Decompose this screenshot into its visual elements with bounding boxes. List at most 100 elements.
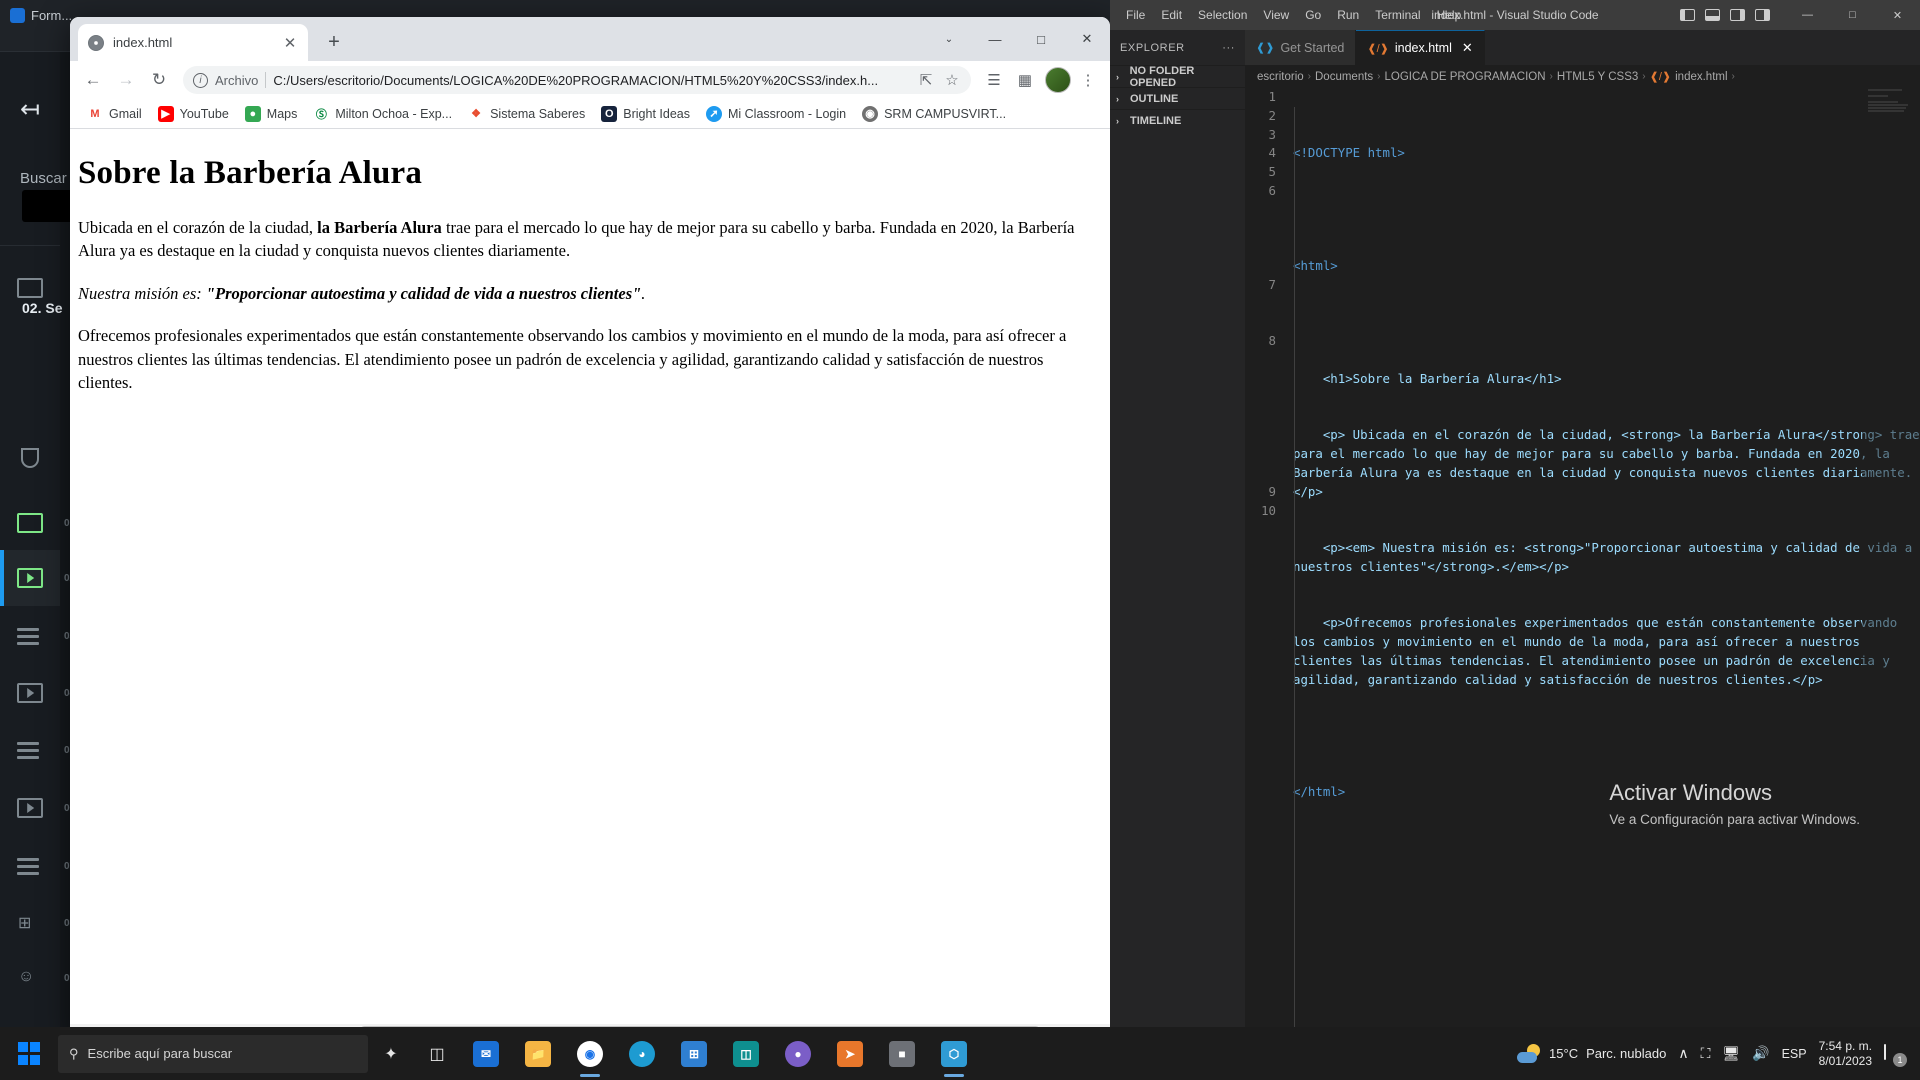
code-editor[interactable]: 1 2 3 4 5 6 7 8 9 10 <!DOCTYPE html> <ht…	[1245, 88, 1920, 1027]
vscode-editor-group: ❰❱ Get Started ❰/❱ index.html ✕ escritor…	[1245, 30, 1920, 1027]
bookmark-milton-ochoa[interactable]: Ⓢ Milton Ochoa - Exp...	[306, 103, 459, 125]
menu-run[interactable]: Run	[1329, 4, 1367, 26]
side-panel-icon[interactable]: ▦	[1011, 66, 1039, 94]
breadcrumb-item-escritorio[interactable]: escritorio	[1257, 71, 1304, 83]
gmail-icon: M	[90, 107, 100, 120]
alura-tab[interactable]: Form...	[10, 8, 72, 23]
tab-get-started[interactable]: ❰❱ Get Started	[1245, 30, 1357, 65]
menu-view[interactable]: View	[1255, 4, 1297, 26]
close-tab-icon[interactable]: ✕	[1462, 40, 1473, 56]
sidebar-item-05[interactable]: 05	[0, 722, 75, 778]
close-tab-icon[interactable]: ✕	[282, 34, 298, 52]
taskbar-app-edge[interactable]: ◕	[616, 1027, 668, 1080]
menu-help[interactable]: Help	[1429, 4, 1470, 26]
taskbar-app-store[interactable]: ⊞	[668, 1027, 720, 1080]
taskbar-app-mail[interactable]: ✉	[460, 1027, 512, 1080]
p2-text-a: Nuestra misión es:	[78, 283, 206, 303]
browser-tab-index-html[interactable]: index.html ✕	[78, 24, 308, 61]
section-no-folder-opened[interactable]: › NO FOLDER OPENED	[1110, 65, 1245, 89]
vscode-layout-controls	[1680, 9, 1770, 21]
explorer-more-icon[interactable]: ···	[1222, 42, 1235, 54]
share-icon[interactable]: ⇱	[917, 66, 935, 94]
bookmark-star-icon[interactable]: ☆	[943, 66, 961, 94]
breadcrumb-item-html5css3[interactable]: HTML5 Y CSS3	[1557, 71, 1638, 83]
bookmark-srm-campusvirtual[interactable]: ◉ SRM CAMPUSVIRT...	[855, 103, 1013, 125]
code-line-10: </html>	[1293, 784, 1346, 800]
menu-selection[interactable]: Selection	[1190, 4, 1255, 26]
menu-go[interactable]: Go	[1297, 4, 1329, 26]
bookmark-maps[interactable]: ● Maps	[238, 103, 305, 125]
network-icon[interactable]: 🖥	[1722, 1045, 1740, 1062]
sidebar-item-01[interactable]: 01	[0, 495, 75, 551]
camera-icon[interactable]: ⛶	[1701, 1045, 1711, 1062]
address-bar[interactable]: i Archivo C:/Users/escritorio/Documents/…	[183, 66, 971, 94]
menu-terminal[interactable]: Terminal	[1367, 4, 1428, 26]
weather-widget[interactable]: 15°C Parc. nublado	[1517, 1043, 1666, 1064]
start-button[interactable]	[0, 1027, 58, 1080]
back-button[interactable]: ←	[78, 65, 108, 95]
toggle-secondary-sidebar-icon[interactable]	[1730, 9, 1745, 21]
tab-index-html[interactable]: ❰/❱ index.html ✕	[1356, 30, 1485, 65]
line-number: 4	[1268, 145, 1276, 161]
language-indicator[interactable]: ESP	[1782, 1047, 1807, 1061]
close-window-button[interactable]: ✕	[1064, 17, 1110, 61]
vscode-maximize-button[interactable]: □	[1830, 0, 1875, 30]
minimize-button[interactable]: —	[972, 17, 1018, 61]
code-text-area[interactable]: <!DOCTYPE html> <html> <h1>Sobre la Barb…	[1285, 88, 1920, 1027]
sidebar-item-02[interactable]: 02	[0, 550, 75, 606]
reading-list-icon[interactable]: ☰	[980, 66, 1008, 94]
taskbar-app-file-explorer[interactable]: 📁	[512, 1027, 564, 1080]
vscode-close-button[interactable]: ✕	[1875, 0, 1920, 30]
sidebar-item-06[interactable]: 06	[0, 780, 75, 836]
forward-button[interactable]: →	[111, 65, 141, 95]
overflow-menu-icon[interactable]: ⋮	[1074, 66, 1102, 94]
editor-minimap[interactable]	[1862, 88, 1920, 1027]
taskbar-app-teal[interactable]: ◫	[720, 1027, 772, 1080]
taskbar-app-purple[interactable]: ●	[772, 1027, 824, 1080]
maximize-button[interactable]: □	[1018, 17, 1064, 61]
sidebar-item-04[interactable]: 04	[0, 665, 75, 721]
sidebar-item-09[interactable]: ☺ 09	[0, 950, 75, 1006]
profile-avatar[interactable]	[1045, 67, 1071, 93]
taskbar-app-gray[interactable]: ■	[876, 1027, 928, 1080]
taskbar-app-vscode[interactable]: ⬡	[928, 1027, 980, 1080]
sidebar-item-03[interactable]: 03	[0, 608, 75, 664]
toggle-panel-icon[interactable]	[1705, 9, 1720, 21]
reload-button[interactable]: ↻	[144, 65, 174, 95]
line-number-gutter: 1 2 3 4 5 6 7 8 9 10	[1245, 88, 1285, 1027]
line-number: 1	[1268, 89, 1276, 104]
task-view-button[interactable]: ◫	[414, 1027, 460, 1080]
edge-icon: ◕	[629, 1040, 655, 1067]
bookmark-mi-classroom[interactable]: ➚ Mi Classroom - Login	[699, 103, 853, 125]
toggle-primary-sidebar-icon[interactable]	[1680, 9, 1695, 21]
breadcrumb-item-documents[interactable]: Documents	[1315, 71, 1373, 83]
section-outline[interactable]: › OUTLINE	[1110, 87, 1245, 109]
taskbar-search-box[interactable]: ⚲ Escribe aquí para buscar	[58, 1034, 368, 1073]
sidebar-item-07[interactable]: 07	[0, 838, 75, 894]
bookmark-bright-ideas[interactable]: O Bright Ideas	[594, 103, 697, 125]
breadcrumb-item-logica[interactable]: LOGICA DE PROGRAMACION	[1385, 71, 1546, 83]
menu-edit[interactable]: Edit	[1153, 4, 1190, 26]
bookmark-sistema-saberes[interactable]: ❖ Sistema Saberes	[461, 103, 592, 125]
notification-center-button[interactable]: 1	[1884, 1043, 1907, 1067]
clock[interactable]: 7:54 p. m. 8/01/2023	[1819, 1039, 1872, 1069]
back-arrow-icon[interactable]: ↤	[10, 95, 50, 125]
customize-layout-icon[interactable]	[1755, 9, 1770, 21]
bookmark-gmail[interactable]: M Gmail	[80, 103, 149, 125]
cortana-icon[interactable]: ✦	[368, 1027, 414, 1080]
rail-item-lab[interactable]	[0, 430, 60, 486]
breadcrumb-item-index-html[interactable]: index.html	[1675, 71, 1727, 83]
sidebar-item-08[interactable]: ⊞ 08	[0, 895, 75, 951]
bookmark-youtube[interactable]: ▶ YouTube	[151, 103, 236, 125]
tab-search-button[interactable]: ⌄	[926, 17, 972, 61]
taskbar-app-chrome[interactable]: ◉	[564, 1027, 616, 1080]
menu-file[interactable]: File	[1118, 4, 1153, 26]
new-tab-button[interactable]: +	[320, 29, 348, 57]
section-timeline[interactable]: › TIMELINE	[1110, 109, 1245, 131]
taskbar-app-orange[interactable]: ➤	[824, 1027, 876, 1080]
volume-icon[interactable]: 🔊	[1752, 1045, 1769, 1062]
info-icon[interactable]: i	[193, 72, 208, 88]
show-hidden-icons-button[interactable]: ∧	[1678, 1045, 1688, 1062]
vscode-minimize-button[interactable]: —	[1785, 0, 1830, 30]
